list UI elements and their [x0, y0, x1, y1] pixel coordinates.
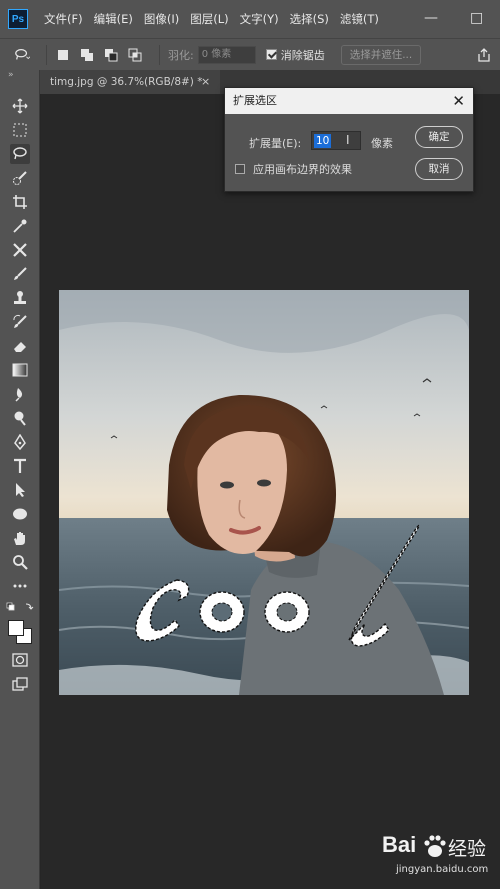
type-tool-icon[interactable]: [10, 456, 30, 476]
close-tab-icon[interactable]: ×: [201, 70, 210, 94]
gradient-tool-icon[interactable]: [10, 360, 30, 380]
tools-panel: »: [0, 70, 40, 889]
photoshop-window: Ps 文件(F) 编辑(E) 图像(I) 图层(L) 文字(Y) 选择(S) 滤…: [0, 0, 500, 889]
feather-input[interactable]: 0 像素: [197, 45, 256, 64]
dialog-titlebar[interactable]: 扩展选区 ✕: [225, 88, 473, 114]
clone-stamp-tool-icon[interactable]: [10, 288, 30, 308]
watermark-brand-cn: 经验: [448, 838, 487, 860]
menu-layer[interactable]: 图层(L): [190, 11, 228, 27]
dodge-tool-icon[interactable]: [10, 408, 30, 428]
brush-tool-icon[interactable]: [10, 264, 30, 284]
restore-button[interactable]: □: [470, 10, 483, 26]
menu-edit[interactable]: 编辑(E): [94, 11, 133, 27]
panel-collapse-icon[interactable]: »: [8, 70, 14, 80]
close-dialog-icon[interactable]: ✕: [452, 88, 465, 114]
intersect-selection-icon[interactable]: [127, 47, 143, 63]
menu-type[interactable]: 文字(Y): [240, 11, 279, 27]
cancel-button[interactable]: 取消: [415, 158, 463, 180]
dialog-title: 扩展选区: [233, 94, 277, 107]
photoshop-logo: Ps: [8, 9, 28, 29]
menu-select[interactable]: 选择(S): [290, 11, 329, 27]
more-tools-icon[interactable]: [10, 576, 30, 596]
lasso-preset-icon[interactable]: [14, 47, 30, 63]
options-bar: 羽化: 0 像素 消除锯齿 选择并遮住...: [0, 38, 500, 70]
expand-amount-label: 扩展量(E):: [249, 137, 302, 150]
screen-mode-icon[interactable]: [10, 674, 30, 694]
blur-tool-icon[interactable]: [10, 384, 30, 404]
marquee-tool-icon[interactable]: [10, 120, 30, 140]
canvas-bounds-label: 应用画布边界的效果: [253, 163, 352, 176]
minimize-button[interactable]: —: [424, 10, 438, 26]
unit-label: 像素: [371, 137, 393, 150]
path-selection-tool-icon[interactable]: [10, 480, 30, 500]
share-icon[interactable]: [476, 47, 492, 63]
separator: [159, 44, 160, 65]
document-tab-title: timg.jpg @ 36.7%(RGB/8#) *: [50, 76, 203, 88]
eraser-tool-icon[interactable]: [10, 336, 30, 356]
subtract-selection-icon[interactable]: [103, 47, 119, 63]
swap-colors-icon[interactable]: [6, 600, 36, 614]
expand-amount-input[interactable]: 10 I: [311, 131, 361, 150]
select-and-mask-button[interactable]: 选择并遮住...: [340, 44, 422, 65]
crop-tool-icon[interactable]: [10, 192, 30, 212]
antialias-toggle[interactable]: 消除锯齿: [265, 47, 325, 63]
paw-icon: [424, 835, 446, 857]
text-cursor-icon: I: [346, 133, 350, 147]
quick-mask-icon[interactable]: [10, 650, 30, 670]
pen-tool-icon[interactable]: [10, 432, 30, 452]
document-tab[interactable]: timg.jpg @ 36.7%(RGB/8#) * ×: [40, 70, 220, 94]
color-swatches[interactable]: [6, 618, 34, 646]
history-brush-tool-icon[interactable]: [10, 312, 30, 332]
menu-image[interactable]: 图像(I): [144, 11, 179, 27]
baidu-jingyan-watermark: Bai 经验 jingyan.baidu.com: [382, 832, 492, 882]
add-selection-icon[interactable]: [79, 47, 95, 63]
feather-label: 羽化:: [168, 48, 194, 62]
zoom-tool-icon[interactable]: [10, 552, 30, 572]
antialias-label: 消除锯齿: [280, 48, 325, 62]
move-tool-icon[interactable]: [10, 96, 30, 116]
watermark-brand: Bai: [382, 832, 417, 857]
watermark-url: jingyan.baidu.com: [396, 864, 489, 875]
new-selection-icon[interactable]: [55, 47, 71, 63]
lasso-tool-icon[interactable]: [10, 144, 30, 164]
ok-button[interactable]: 确定: [415, 126, 463, 148]
healing-brush-tool-icon[interactable]: [10, 240, 30, 260]
expand-selection-dialog: 扩展选区 ✕ 扩展量(E): 10 I 像素 确定 取消 应用画布边界的效果: [224, 87, 474, 192]
ellipse-tool-icon[interactable]: [10, 504, 30, 524]
canvas-bounds-checkbox[interactable]: [235, 164, 245, 174]
document-image[interactable]: cool: [59, 290, 469, 695]
canvas-bounds-option[interactable]: 应用画布边界的效果: [235, 161, 352, 177]
menu-file[interactable]: 文件(F): [44, 11, 83, 27]
menu-filter[interactable]: 滤镜(T): [340, 11, 379, 27]
expand-amount-value: 10: [314, 134, 332, 148]
quick-selection-tool-icon[interactable]: [10, 168, 30, 188]
separator: [46, 44, 47, 65]
antialias-checkbox[interactable]: [265, 49, 277, 60]
hand-tool-icon[interactable]: [10, 528, 30, 548]
foreground-color-swatch[interactable]: [8, 620, 24, 636]
eyedropper-tool-icon[interactable]: [10, 216, 30, 236]
menubar: Ps 文件(F) 编辑(E) 图像(I) 图层(L) 文字(Y) 选择(S) 滤…: [0, 0, 500, 38]
